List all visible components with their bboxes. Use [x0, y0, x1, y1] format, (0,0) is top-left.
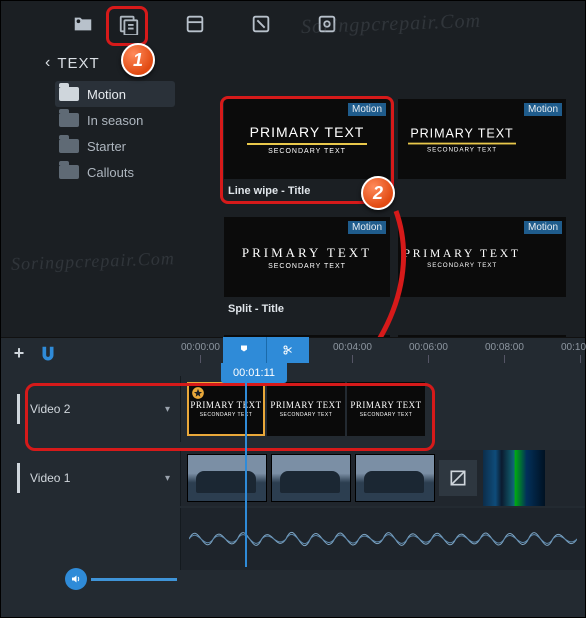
video-thumbnail[interactable]	[187, 454, 267, 502]
annotation-callout-1: 1	[121, 43, 155, 77]
preset-secondary-text: SECONDARY TEXT	[408, 147, 516, 153]
video-thumbnail[interactable]	[271, 454, 351, 502]
chevron-down-icon[interactable]: ▾	[165, 404, 170, 415]
playhead-handle[interactable]	[223, 337, 309, 363]
clip-text-primary: PRIMARY TEXT	[190, 400, 261, 410]
folder-icon	[59, 139, 79, 153]
film-strip-icon	[17, 463, 20, 493]
track-body-audio[interactable]	[181, 508, 585, 570]
audio-waveform	[189, 514, 577, 564]
timeline-panel: + 00:00:00 00:02:00 00:04:00 00:06:00 00…	[1, 337, 585, 617]
marker-icon[interactable]	[223, 337, 267, 363]
track-video-1[interactable]: Video 1 ▾	[1, 450, 585, 506]
folder-icon	[59, 165, 79, 179]
preset-primary-text: PRIMARY TEXT	[403, 246, 520, 260]
track-head-audio[interactable]	[1, 508, 181, 570]
panel-title: TEXT	[57, 55, 99, 72]
volume-button[interactable]	[65, 568, 87, 590]
track-body-video-1[interactable]	[181, 450, 585, 506]
preset-line-wipe-lower-third[interactable]: Motion PRIMARY TEXT SECONDARY TEXT Line …	[398, 99, 566, 179]
preset-secondary-text: SECONDARY TEXT	[403, 262, 520, 268]
preset-label: Split - Title	[228, 303, 284, 315]
clip-text-secondary: SECONDARY TEXT	[270, 412, 341, 418]
star-icon	[191, 386, 205, 400]
preset-primary-text: PRIMARY TEXT	[242, 245, 372, 261]
clip-text-primary: PRIMARY TEXT	[350, 400, 421, 410]
text-clip-2[interactable]: PRIMARY TEXT SECONDARY TEXT	[267, 382, 345, 436]
folder-label: Starter	[87, 139, 126, 154]
track-head-video-2[interactable]: Video 2 ▾	[1, 376, 181, 442]
watermark-text: Soringpcrepair.Com	[11, 248, 175, 275]
motion-badge: Motion	[524, 221, 562, 234]
category-tabs	[1, 1, 585, 47]
video-thumbnail-glitch[interactable]	[483, 450, 545, 506]
clip-text-secondary: SECONDARY TEXT	[190, 412, 261, 418]
track-head-video-1[interactable]: Video 1 ▾	[1, 450, 181, 506]
tab-effects[interactable]	[175, 4, 215, 44]
track-audio[interactable]	[1, 508, 585, 570]
clip-text-primary: PRIMARY TEXT	[270, 400, 341, 410]
folder-label: Callouts	[87, 165, 134, 180]
chevron-left-icon: ‹	[45, 54, 51, 72]
track-body-video-2[interactable]: PRIMARY TEXT SECONDARY TEXT PRIMARY TEXT S…	[181, 376, 585, 442]
preset-secondary-text: SECONDARY TEXT	[242, 263, 372, 270]
folder-open-icon	[59, 87, 79, 101]
add-track-button[interactable]: +	[7, 343, 31, 364]
track-video-2[interactable]: Video 2 ▾ PRIMARY TEXT SECONDARY TEXT PRI…	[1, 376, 585, 442]
folder-label: Motion	[87, 87, 126, 102]
preset-split-lower-third[interactable]: Motion PRIMARY TEXT SECONDARY TEXT Split…	[398, 217, 566, 297]
folder-label: In season	[87, 113, 143, 128]
text-clip-3[interactable]: PRIMARY TEXT SECONDARY TEXT	[347, 382, 425, 436]
preset-split-title[interactable]: Motion PRIMARY TEXT SECONDARY TEXT Split…	[224, 217, 390, 297]
playhead-time: 00:01:11	[221, 363, 287, 383]
text-clip-1[interactable]: PRIMARY TEXT SECONDARY TEXT	[187, 382, 265, 436]
panel-breadcrumb[interactable]: ‹ TEXT	[1, 47, 585, 79]
video-thumbnail[interactable]	[355, 454, 435, 502]
motion-badge: Motion	[524, 103, 562, 116]
film-strip-icon	[17, 394, 20, 424]
volume-slider[interactable]	[91, 578, 177, 581]
snap-magnet-icon[interactable]	[37, 344, 59, 362]
folder-icon	[59, 113, 79, 127]
clip-text-secondary: SECONDARY TEXT	[350, 412, 421, 418]
folder-motion[interactable]: Motion	[55, 81, 175, 107]
split-icon[interactable]	[267, 337, 310, 363]
tab-overlays[interactable]	[241, 4, 281, 44]
transition-box[interactable]	[439, 460, 477, 496]
chevron-down-icon[interactable]: ▾	[165, 473, 170, 484]
preset-primary-text: PRIMARY TEXT	[408, 125, 516, 139]
track-label: Video 2	[30, 402, 70, 416]
tab-elements[interactable]	[307, 4, 347, 44]
motion-badge: Motion	[348, 221, 386, 234]
annotation-highlight-tab	[106, 6, 148, 46]
annotation-callout-2: 2	[361, 176, 395, 210]
track-label: Video 1	[30, 471, 70, 485]
tab-media[interactable]	[63, 4, 103, 44]
